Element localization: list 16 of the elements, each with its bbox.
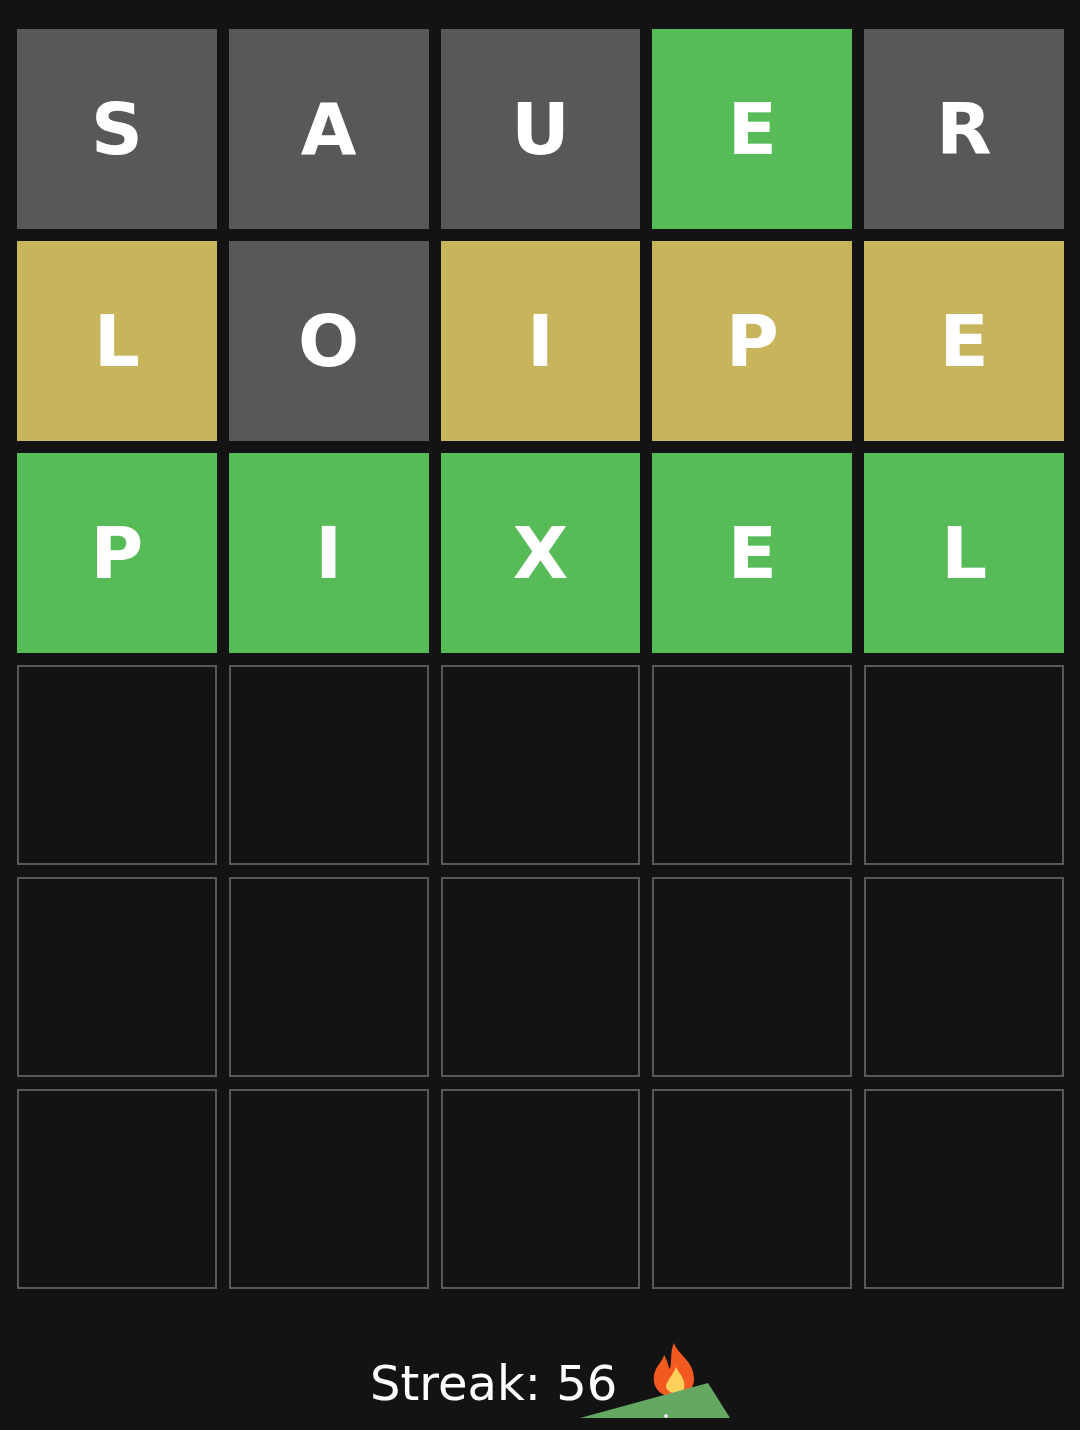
streak-counter: Streak: 56 [370, 1354, 618, 1413]
letter-tile: U [440, 29, 641, 229]
letter-tile: L [864, 453, 1064, 653]
letter-tile: E [652, 29, 853, 229]
letter-tile: O [228, 241, 429, 441]
letter-tile: X [440, 453, 641, 653]
letter-tile: L [17, 241, 217, 441]
letter-tile: I [228, 453, 429, 653]
letter-tile: E [652, 453, 853, 653]
letter-tile: P [652, 241, 853, 441]
letter-tile: I [440, 241, 641, 441]
letter-tile: A [228, 29, 429, 229]
letter-tile: P [17, 453, 217, 653]
letter-tile: R [864, 29, 1064, 229]
letter-tile: E [864, 241, 1064, 441]
letter-tile: S [17, 29, 217, 229]
